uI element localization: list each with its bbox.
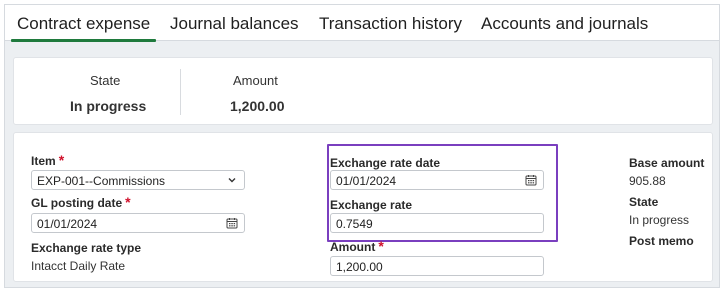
exchange-rate-type-value: Intacct Daily Rate	[31, 259, 126, 273]
tab-contract-expense[interactable]: Contract expense	[10, 14, 157, 42]
state-label: State	[629, 195, 659, 209]
calendar-icon[interactable]	[525, 174, 537, 186]
summary-divider	[180, 69, 181, 115]
item-select[interactable]: EXP-001--Commissions	[31, 170, 245, 190]
gl-posting-date-label: GL posting date *	[31, 194, 131, 210]
amount-label: Amount *	[330, 238, 384, 254]
exchange-rate-type-label: Exchange rate type	[31, 241, 142, 255]
item-label: Item *	[31, 152, 65, 168]
amount-field[interactable]: 1,200.00	[330, 256, 544, 276]
detail-card: Item * EXP-001--Commissions GL posting da…	[13, 132, 713, 282]
tab-transaction-history[interactable]: Transaction history	[319, 14, 462, 34]
required-marker: *	[125, 194, 131, 210]
summary-amount-value: 1,200.00	[230, 98, 285, 114]
state-value: In progress	[629, 213, 690, 227]
exchange-rate-date-label: Exchange rate date	[330, 156, 441, 170]
summary-state-label: State	[90, 73, 121, 88]
exchange-rate-field[interactable]: 0.7549	[330, 213, 544, 233]
chevron-down-icon	[228, 178, 236, 183]
gl-posting-date-field[interactable]: 01/01/2024	[31, 213, 245, 233]
summary-state-value: In progress	[70, 98, 147, 114]
base-amount-label: Base amount	[629, 156, 705, 170]
contract-panel: Contract expense Journal balances Transa…	[4, 4, 720, 288]
exchange-rate-value: 0.7549	[336, 217, 373, 231]
summary-amount-label: Amount	[233, 73, 278, 88]
required-marker: *	[378, 238, 384, 254]
exchange-rate-date-value: 01/01/2024	[336, 174, 397, 188]
item-select-value: EXP-001--Commissions	[37, 174, 166, 188]
exchange-rate-date-field[interactable]: 01/01/2024	[330, 170, 544, 190]
tab-journal-balances[interactable]: Journal balances	[170, 14, 299, 34]
amount-value: 1,200.00	[336, 260, 383, 274]
gl-posting-date-value: 01/01/2024	[37, 217, 98, 231]
calendar-icon[interactable]	[226, 217, 238, 229]
summary-card: State In progress Amount 1,200.00	[13, 57, 713, 125]
tab-accounts-and-journals[interactable]: Accounts and journals	[481, 14, 648, 34]
base-amount-value: 905.88	[629, 174, 666, 188]
required-marker: *	[58, 152, 65, 168]
post-memo-label: Post memo	[629, 234, 694, 248]
tab-bar: Contract expense Journal balances Transa…	[5, 5, 719, 42]
exchange-rate-label: Exchange rate	[330, 198, 413, 212]
